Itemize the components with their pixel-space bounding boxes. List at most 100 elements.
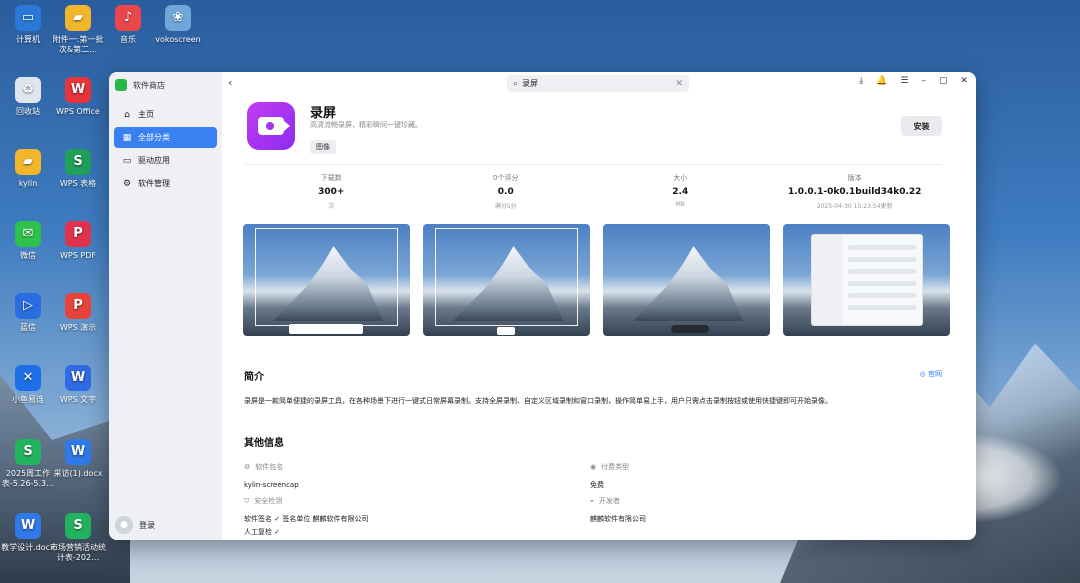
app-category-tag[interactable]: 图像	[310, 140, 336, 154]
stat-size: 大小 2.4 MB	[593, 173, 768, 220]
desktop-icon-label: 采访(1).docx	[53, 469, 103, 478]
sidebar-item-software-management[interactable]: ⚙ 软件管理	[114, 173, 217, 194]
screenshot-4[interactable]	[783, 224, 950, 336]
desktop-icon[interactable]: ▷ 蓝信	[0, 293, 56, 333]
avatar-icon: ●	[115, 516, 133, 534]
back-button[interactable]: ‹	[228, 76, 232, 89]
screenshot-3[interactable]	[603, 224, 770, 336]
stat-sub: 2025-04-30 15:23:54更新	[816, 203, 893, 210]
package-icon: ⚙	[244, 463, 251, 471]
stat-sub: 次	[328, 203, 335, 210]
wps-pdf-icon: P	[65, 221, 91, 247]
stat-sub: MB	[675, 201, 685, 208]
maximize-icon[interactable]: ▢	[939, 76, 948, 86]
sidebar-item-drivers[interactable]: ▭ 驱动应用	[114, 150, 217, 171]
screenshot-2[interactable]	[423, 224, 590, 336]
minimize-icon[interactable]: –	[921, 76, 926, 86]
desktop-icon[interactable]: S 2025周工作表-5.26-5.3…	[0, 439, 56, 489]
wps-office-icon: W	[65, 77, 91, 103]
package-value: kylin-screencap	[244, 481, 299, 489]
top-bar: ‹ ⌕ ✕ ⤓ 🔔 ☰ – ▢ ✕	[222, 72, 976, 94]
security-signature: 软件签名 ✓ 签名单位 麒麟软件有限公司	[244, 515, 369, 523]
download-icon[interactable]: ⤓	[859, 76, 863, 86]
driver-icon: ▭	[122, 155, 132, 166]
sidebar-item-label: 主页	[138, 110, 154, 119]
app-name: 录屏	[310, 106, 337, 121]
pay-label: 付费类型	[601, 463, 630, 471]
security-manual-check: 人工复检 ✓	[244, 528, 281, 536]
clear-search-icon[interactable]: ✕	[675, 79, 683, 89]
desktop-icon[interactable]: ▰ kylin	[0, 149, 56, 189]
app-description: 高清流畅录屏，精彩瞬间一键珍藏。	[310, 121, 422, 129]
store-logo-icon	[115, 79, 127, 91]
sidebar-item-all-categories[interactable]: ▦ 全部分类	[114, 127, 217, 148]
pay-icon: ◉	[590, 463, 597, 471]
other-info: ⚙ 软件包名 kylin-screencap ◉ 付费类型 免费 ⛉ 安全检测 软件签…	[244, 462, 942, 540]
desktop-icon-label: 教学设计.docx	[1, 543, 55, 552]
desktop-icon-label: WPS 演示	[59, 323, 97, 332]
desktop-icon[interactable]: ▰ 附件一:第一批次&第二…	[50, 5, 106, 55]
desktop-icon[interactable]: W 教学设计.docx	[0, 513, 56, 553]
sidebar-nav: ⌂ 主页 ▦ 全部分类 ▭ 驱动应用 ⚙ 软件管理	[109, 104, 222, 194]
desktop-icon-label: 市场营销活动统计表-202…	[50, 543, 106, 562]
screen-recorder-icon	[247, 102, 295, 150]
info-developer: ⌖ 开发者 麒麟软件有限公司	[590, 496, 890, 526]
grid-icon: ▦	[122, 132, 132, 143]
desktop-icon-label: 微信	[20, 251, 36, 260]
app-stats: 下载数 300+ 次 0个评分 0.0 满分5分 大小 2.4 MB 版本 1.…	[244, 165, 942, 220]
desktop-icon[interactable]: P WPS PDF	[50, 221, 106, 261]
official-website-link[interactable]: ◎ 官网	[920, 369, 942, 379]
desktop-icon[interactable]: P WPS 演示	[50, 293, 106, 333]
desktop-icon-label: WPS 文字	[59, 395, 97, 404]
package-label: 软件包名	[255, 463, 284, 471]
wps-word-icon: W	[65, 365, 91, 391]
stat-label: 下载数	[320, 174, 342, 182]
desktop-icon[interactable]: ❀ vokoscreen	[150, 5, 206, 45]
computer-icon: ▭	[15, 5, 41, 31]
desktop-icon[interactable]: ▭ 计算机	[0, 5, 56, 45]
brand-name: 软件商店	[133, 80, 165, 90]
stat-downloads: 下载数 300+ 次	[244, 173, 419, 220]
doc-file-icon: W	[15, 513, 41, 539]
desktop-icon-label: 2025周工作表-5.26-5.3…	[1, 469, 55, 488]
desktop-icon-label: WPS Office	[56, 107, 100, 116]
sidebar-item-home[interactable]: ⌂ 主页	[114, 104, 217, 125]
desktop-icon[interactable]: ♻ 回收站	[0, 77, 56, 117]
search-input[interactable]	[522, 79, 663, 88]
screenshot-1[interactable]	[243, 224, 410, 336]
main-panel: ‹ ⌕ ✕ ⤓ 🔔 ☰ – ▢ ✕ 录屏 高清流畅录屏，精彩瞬间一键珍藏。 图像	[222, 72, 976, 540]
security-value: 软件签名 ✓ 签名单位 麒麟软件有限公司 人工复检 ✓	[244, 513, 544, 539]
desktop-icon[interactable]: W WPS 文字	[50, 365, 106, 405]
desktop-icon[interactable]: W WPS Office	[50, 77, 106, 117]
desktop-icon[interactable]: W 采访(1).docx	[50, 439, 106, 479]
search-icon: ⌕	[513, 78, 519, 89]
close-icon[interactable]: ✕	[960, 76, 968, 86]
desktop-icon[interactable]: ✕ 小鱼易连	[0, 365, 56, 405]
search-box: ⌕ ✕	[507, 75, 689, 92]
login-button[interactable]: ● 登录	[115, 516, 155, 534]
other-info-title: 其他信息	[244, 438, 284, 449]
app-header: 录屏 高清流畅录屏，精彩瞬间一键珍藏。 图像 安装	[244, 94, 976, 164]
login-label: 登录	[139, 520, 155, 530]
folder-icon: ▰	[65, 5, 91, 31]
stat-value: 0.0	[497, 187, 514, 197]
stat-label: 0个评分	[493, 174, 519, 182]
desktop-icon[interactable]: S 市场营销活动统计表-202…	[50, 513, 106, 563]
desktop-icon[interactable]: S WPS 表格	[50, 149, 106, 189]
sidebar-item-label: 全部分类	[138, 133, 170, 142]
app-detail: 录屏 高清流畅录屏，精彩瞬间一键珍藏。 图像 安装 下载数 300+ 次 0个评…	[222, 94, 976, 540]
vokoscreen-icon: ❀	[165, 5, 191, 31]
notification-icon[interactable]: 🔔	[876, 76, 887, 86]
sheet-file-icon: S	[65, 513, 91, 539]
install-button[interactable]: 安装	[901, 116, 942, 136]
globe-icon: ◎	[919, 370, 928, 378]
menu-icon[interactable]: ☰	[900, 76, 908, 86]
developer-icon: ⌖	[590, 496, 594, 505]
screenshot-gallery	[243, 224, 976, 336]
stat-value: 2.4	[672, 187, 689, 197]
desktop-icon-label: 计算机	[16, 35, 40, 44]
desktop-icon[interactable]: ✉ 微信	[0, 221, 56, 261]
software-store-window: 软件商店 ⌂ 主页 ▦ 全部分类 ▭ 驱动应用 ⚙ 软件管理 ● 登录 ‹ ⌕ …	[109, 72, 976, 540]
window-controls: ⤓ 🔔 ☰ – ▢ ✕	[859, 76, 968, 86]
desktop-icon[interactable]: ♪ 音乐	[100, 5, 156, 45]
